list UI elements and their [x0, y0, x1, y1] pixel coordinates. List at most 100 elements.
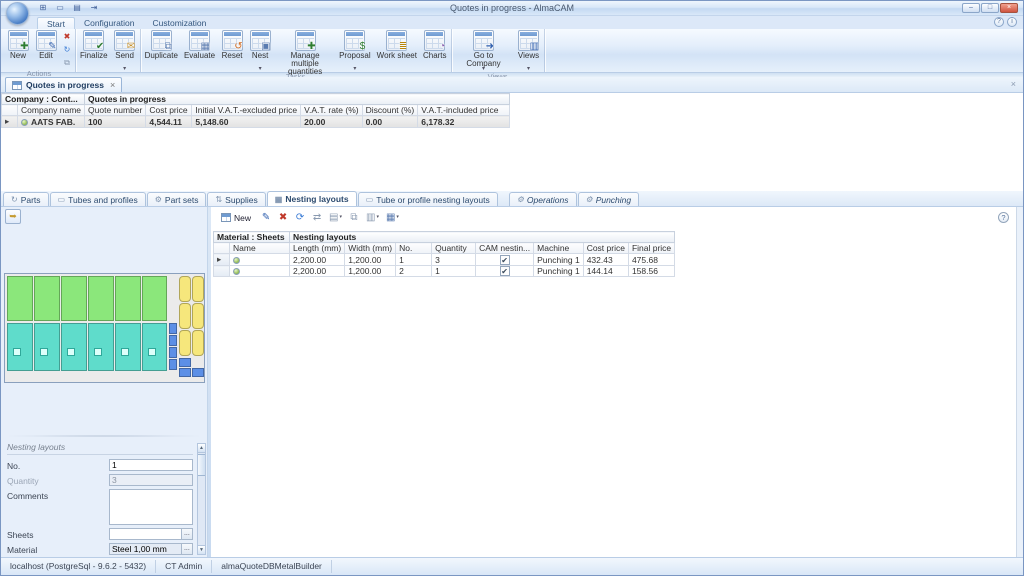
- refresh-icon[interactable]: ⟳: [293, 211, 307, 225]
- tab-punching[interactable]: ⚙Punching: [578, 192, 640, 206]
- work-sheet-button[interactable]: ≣Work sheet: [374, 29, 420, 67]
- help-icon[interactable]: ?: [994, 17, 1004, 27]
- column-header-machine[interactable]: Machine: [534, 243, 584, 254]
- delete-icon[interactable]: ✖: [61, 30, 73, 42]
- parts-icon: ↻: [11, 195, 18, 204]
- nesting-tool-button[interactable]: ➥: [5, 209, 21, 224]
- close-button[interactable]: ×: [1000, 3, 1018, 13]
- column-header-length-mm[interactable]: Length (mm): [290, 243, 345, 254]
- finalize-button[interactable]: ✔Finalize: [77, 29, 111, 67]
- column-header-quantity[interactable]: Quantity: [432, 243, 476, 254]
- no-field[interactable]: [109, 459, 193, 471]
- cam-nesting-checkbox[interactable]: ✔: [500, 266, 510, 276]
- reset-button[interactable]: ↺Reset: [218, 29, 246, 67]
- edit-icon: ✎: [36, 30, 57, 51]
- nesting-help-icon[interactable]: ?: [998, 212, 1009, 223]
- about-icon[interactable]: i: [1007, 17, 1017, 27]
- scroll-thumb[interactable]: [198, 454, 205, 476]
- ribbon-tab-configuration[interactable]: Configuration: [75, 17, 144, 29]
- panel-scrollbar[interactable]: [1016, 207, 1023, 559]
- row-selector[interactable]: ▸: [214, 254, 230, 266]
- ribbon-tab-start[interactable]: Start: [37, 17, 75, 29]
- charts-button[interactable]: ◔Charts: [420, 29, 450, 67]
- form-scrollbar[interactable]: ▲ ▼: [197, 443, 206, 555]
- manage-multiple-quantities-icon: ✚: [295, 30, 316, 51]
- duplicate-button[interactable]: ⧉Duplicate: [142, 29, 181, 67]
- column-header-final-price[interactable]: Final price: [628, 243, 674, 254]
- go-to-company-icon: ➜: [473, 30, 494, 51]
- row-selector[interactable]: ▸: [2, 116, 18, 128]
- new-nesting-layout-button[interactable]: New: [216, 211, 256, 225]
- maximize-button[interactable]: □: [981, 3, 999, 13]
- edit-pen-icon[interactable]: ✎: [259, 211, 273, 225]
- copy-icon[interactable]: ⧉: [347, 211, 361, 225]
- delete-icon[interactable]: ✖: [276, 211, 290, 225]
- column-header-v-a-t-rate[interactable]: V.A.T. rate (%): [301, 105, 362, 116]
- band-header: Material : Sheets: [214, 232, 290, 243]
- material-field[interactable]: [109, 543, 182, 555]
- paste-icon[interactable]: ⧉: [61, 56, 73, 68]
- new-button[interactable]: ✚New: [4, 29, 32, 67]
- nest-button[interactable]: ▣Nest▾: [246, 29, 274, 72]
- send-button[interactable]: ✉Send▾: [111, 29, 139, 72]
- band-header: Company : Cont...: [2, 94, 85, 105]
- ribbon-tab-customization[interactable]: Customization: [144, 17, 216, 29]
- columns-icon[interactable]: ▦▾: [384, 211, 401, 225]
- scroll-down-icon[interactable]: ▼: [198, 545, 205, 554]
- tab-parts[interactable]: ↻Parts: [3, 192, 49, 206]
- material-browse-button[interactable]: ...: [182, 543, 193, 555]
- sheets-field[interactable]: [109, 528, 182, 540]
- refresh-icon[interactable]: ↻: [61, 43, 73, 55]
- lower-area: ➥ Nesting layouts No.QuantityCommentsShe…: [1, 207, 1023, 559]
- manage-multiple-quantities-button[interactable]: ✚Manage multiple quantities: [274, 29, 336, 67]
- transfer-icon[interactable]: ⇄: [310, 211, 324, 225]
- column-header-name[interactable]: Name: [230, 243, 290, 254]
- table-row[interactable]: 2,200.001,200.0021✔Punching 1144.14158.5…: [214, 266, 675, 277]
- button-label: New: [234, 213, 251, 223]
- column-header-no[interactable]: No.: [396, 243, 432, 254]
- tab-operations[interactable]: ⚙Operations: [509, 192, 577, 206]
- evaluate-button[interactable]: ▦Evaluate: [181, 29, 218, 67]
- cell: 1,200.00: [345, 254, 396, 266]
- proposal-button[interactable]: $Proposal▾: [336, 29, 374, 72]
- table-row[interactable]: ▸AATS FAB.1004,544.115,148.6020.000.006,…: [2, 116, 510, 128]
- comments-field[interactable]: [109, 489, 193, 525]
- tab-part-sets[interactable]: ⚙Part sets: [147, 192, 207, 206]
- minimize-button[interactable]: –: [962, 3, 980, 13]
- column-header-discount[interactable]: Discount (%): [362, 105, 418, 116]
- nested-part-green: [61, 276, 87, 321]
- column-header-width-mm[interactable]: Width (mm): [345, 243, 396, 254]
- tab-tubes-and-profiles[interactable]: ▭Tubes and profiles: [50, 192, 146, 206]
- views-button[interactable]: ▥Views▾: [515, 29, 543, 72]
- column-header-initial-v-a-t-excluded-price[interactable]: Initial V.A.T.-excluded price: [192, 105, 301, 116]
- column-header-cost-price[interactable]: Cost price: [583, 243, 628, 254]
- cell: 2,200.00: [290, 254, 345, 266]
- tab-supplies[interactable]: ⇅Supplies: [207, 192, 265, 206]
- export-icon[interactable]: ▤▾: [327, 211, 344, 225]
- scroll-up-icon[interactable]: ▲: [198, 444, 205, 453]
- column-header-cam-nestin[interactable]: CAM nestin...: [476, 243, 534, 254]
- column-header-v-a-t-included-price[interactable]: V.A.T.-included price: [418, 105, 510, 116]
- tab-tube-or-profile-nesting-layouts[interactable]: ▭Tube or profile nesting layouts: [358, 192, 498, 206]
- close-pane-icon[interactable]: ×: [1011, 79, 1016, 89]
- charts-icon: ◔: [424, 30, 445, 51]
- column-header-cost-price[interactable]: Cost price: [146, 105, 192, 116]
- app-menu-orb-icon[interactable]: [6, 2, 29, 25]
- cam-nesting-checkbox[interactable]: ✔: [500, 255, 510, 265]
- column-header-quote-number[interactable]: Quote number: [85, 105, 146, 116]
- nesting-layouts-icon: ▦: [275, 195, 283, 204]
- column-header-company-name[interactable]: Company name: [18, 105, 85, 116]
- close-tab-icon[interactable]: ×: [108, 80, 115, 90]
- document-tab-label: Quotes in progress: [26, 80, 104, 90]
- status-dot-icon: [233, 268, 240, 275]
- nesting-layout-preview[interactable]: [4, 273, 205, 383]
- status-section-0: localhost (PostgreSql - 9.6.2 - 5432): [1, 560, 156, 573]
- go-to-company-button[interactable]: ➜Go to Company▾: [453, 29, 515, 72]
- document-tab-quotes-in-progress[interactable]: Quotes in progress ×: [5, 77, 122, 92]
- tab-nesting-layouts[interactable]: ▦Nesting layouts: [267, 191, 357, 206]
- row-selector[interactable]: [214, 266, 230, 277]
- edit-button[interactable]: ✎Edit: [32, 29, 60, 67]
- print-icon[interactable]: ▥▾: [364, 211, 381, 225]
- table-row[interactable]: ▸2,200.001,200.0013✔Punching 1432.43475.…: [214, 254, 675, 266]
- sheets-browse-button[interactable]: ...: [182, 528, 193, 540]
